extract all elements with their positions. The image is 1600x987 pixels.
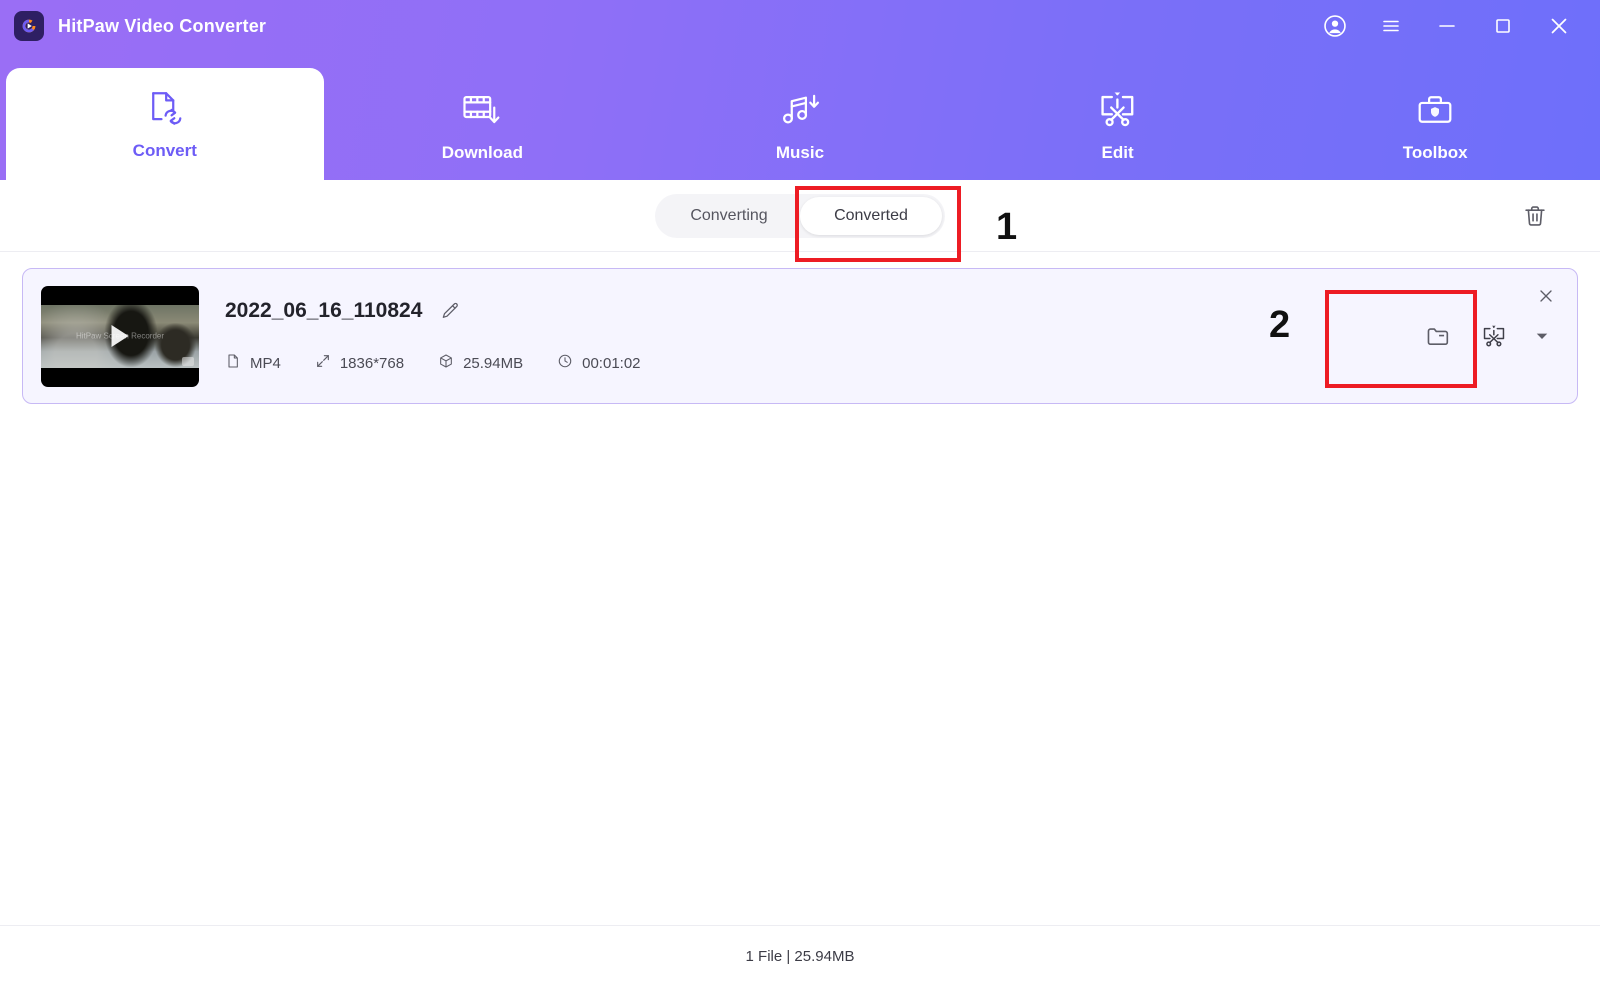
app-title: HitPaw Video Converter [58,16,266,37]
meta-resolution: 1836*768 [315,353,404,373]
nav-tab-download-label: Download [442,143,523,163]
file-info: 2022_06_16_110824 [225,299,1421,373]
thumbnail-badge [182,357,194,366]
caret-down-icon[interactable] [1533,319,1551,353]
title-bar: HitPaw Video Converter [0,0,1600,52]
status-bar: 1 File | 25.94MB [0,925,1600,987]
edit-trim-scissors-frame-icon[interactable] [1477,319,1511,353]
nav-tab-toolbox[interactable]: Toolbox [1276,72,1594,180]
filesize-icon [438,353,454,373]
document-convert-icon [145,87,185,129]
nav-tab-music-label: Music [776,143,824,163]
meta-filesize-value: 25.94MB [463,355,523,372]
status-tabs: Converting Converted [655,194,945,238]
meta-filesize: 25.94MB [438,353,523,373]
trash-icon[interactable] [1518,199,1552,233]
meta-format: MP4 [225,353,281,373]
pencil-edit-icon[interactable] [438,299,462,323]
nav-tab-convert-label: Convert [133,141,197,161]
hitpaw-logo-icon [14,11,44,41]
file-name: 2022_06_16_110824 [225,299,422,323]
meta-duration-value: 00:01:02 [582,355,640,372]
video-thumbnail[interactable]: HitPaw Screen Recorder [41,286,199,387]
close-icon[interactable] [1544,11,1574,41]
main-nav: Convert [0,52,1600,180]
tab-converted[interactable]: Converted [800,197,942,235]
file-actions [1421,319,1551,353]
file-list-item[interactable]: HitPaw Screen Recorder 2022_06_16_110824 [22,268,1578,404]
minimize-icon[interactable] [1432,11,1462,41]
meta-duration: 00:01:02 [557,353,640,373]
file-icon [225,353,241,373]
nav-tab-convert[interactable]: Convert [6,68,324,180]
clock-icon [557,353,573,373]
tab-converting[interactable]: Converting [658,197,800,235]
status-bar-text: 1 File | 25.94MB [746,948,855,965]
header-block: HitPaw Video Converter [0,0,1600,180]
meta-format-value: MP4 [250,355,281,372]
scissors-frame-icon [1097,89,1139,131]
sub-toolbar: Converting Converted [0,180,1600,252]
maximize-icon[interactable] [1488,11,1518,41]
folder-icon[interactable] [1421,319,1455,353]
nav-tab-download[interactable]: Download [324,72,642,180]
meta-resolution-value: 1836*768 [340,355,404,372]
nav-tab-toolbox-label: Toolbox [1403,143,1468,163]
file-meta-row: MP4 1836*768 [225,353,1421,373]
filmstrip-download-icon [461,89,503,131]
app-window: HitPaw Video Converter [0,0,1600,987]
play-icon[interactable] [112,325,129,347]
remove-file-close-icon[interactable] [1533,283,1559,309]
user-circle-icon[interactable] [1320,11,1350,41]
hamburger-menu-icon[interactable] [1376,11,1406,41]
nav-tab-music[interactable]: Music [641,72,959,180]
toolbox-icon [1415,89,1455,131]
nav-tab-edit-label: Edit [1102,143,1134,163]
music-note-download-icon [780,89,820,131]
file-list: HitPaw Screen Recorder 2022_06_16_110824 [0,252,1600,925]
resolution-icon [315,353,331,373]
window-controls [1320,11,1580,41]
nav-tab-edit[interactable]: Edit [959,72,1277,180]
file-name-row: 2022_06_16_110824 [225,299,1421,323]
